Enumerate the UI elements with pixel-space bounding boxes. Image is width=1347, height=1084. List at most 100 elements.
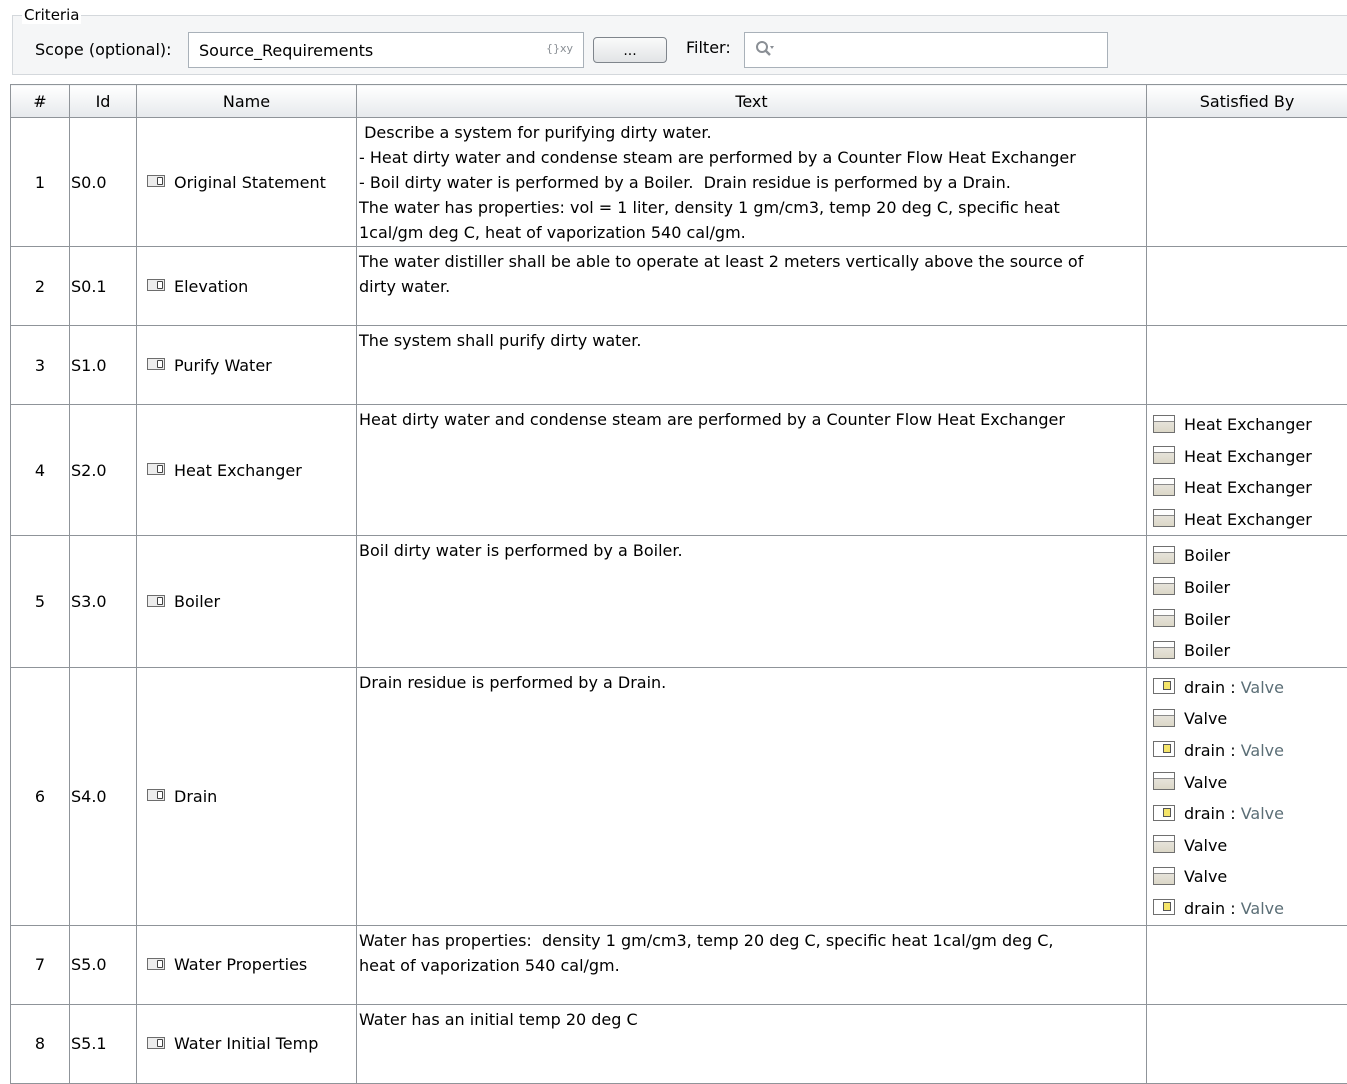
row-text[interactable]: Boil dirty water is performed by a Boile… — [357, 536, 1147, 667]
block-icon — [1153, 415, 1175, 433]
column-header-name[interactable]: Name — [137, 85, 357, 118]
requirement-name: Drain — [174, 787, 217, 806]
row-name[interactable]: Water Initial Temp — [137, 1004, 357, 1083]
row-text[interactable]: The system shall purify dirty water. — [357, 326, 1147, 405]
table-row[interactable]: 5S3.0BoilerBoil dirty water is performed… — [11, 536, 1347, 667]
satisfied-by-item[interactable]: Heat Exchanger — [1153, 409, 1347, 441]
satisfied-by-item[interactable]: Heat Exchanger — [1153, 472, 1347, 504]
satisfied-by-item[interactable]: drain : Valve — [1153, 893, 1347, 925]
row-id: S0.0 — [70, 118, 137, 247]
satisfied-by-item[interactable]: Heat Exchanger — [1153, 441, 1347, 473]
block-icon — [1153, 709, 1175, 727]
part-type: Valve — [1241, 678, 1284, 697]
table-row[interactable]: 1S0.0Original Statement Describe a syste… — [11, 118, 1347, 247]
text-line: The system shall purify dirty water. — [359, 328, 1146, 353]
part-property-icon — [1153, 899, 1175, 915]
satisfied-by-item[interactable]: Valve — [1153, 767, 1347, 799]
part-type: Valve — [1241, 741, 1284, 760]
row-text[interactable]: Drain residue is performed by a Drain. — [357, 667, 1147, 925]
row-satisfied-by[interactable] — [1147, 247, 1347, 326]
row-text[interactable]: Water has properties: density 1 gm/cm3, … — [357, 925, 1147, 1004]
part-separator: : — [1225, 678, 1241, 697]
satisfied-by-item[interactable]: drain : Valve — [1153, 672, 1347, 704]
table-row[interactable]: 3S1.0Purify WaterThe system shall purify… — [11, 326, 1347, 405]
satisfied-by-label: Heat Exchanger — [1184, 510, 1312, 529]
row-number: 3 — [11, 326, 70, 405]
satisfied-by-item[interactable]: Valve — [1153, 830, 1347, 862]
part-name: drain — [1184, 804, 1225, 823]
row-name[interactable]: Boiler — [137, 536, 357, 667]
row-satisfied-by[interactable] — [1147, 1004, 1347, 1083]
part-separator: : — [1225, 899, 1241, 918]
row-text[interactable]: Heat dirty water and condense steam are … — [357, 405, 1147, 536]
column-header-id[interactable]: Id — [70, 85, 137, 118]
satisfied-by-item[interactable]: Valve — [1153, 703, 1347, 735]
table-row[interactable]: 2S0.1ElevationThe water distiller shall … — [11, 247, 1347, 326]
row-number: 5 — [11, 536, 70, 667]
criteria-title: Criteria — [22, 6, 81, 24]
satisfied-by-item[interactable]: Boiler — [1153, 604, 1347, 636]
row-number: 4 — [11, 405, 70, 536]
scope-value: Source_Requirements — [199, 41, 373, 60]
row-satisfied-by[interactable] — [1147, 925, 1347, 1004]
row-satisfied-by[interactable]: Heat ExchangerHeat ExchangerHeat Exchang… — [1147, 405, 1347, 536]
satisfied-by-item[interactable]: Boiler — [1153, 572, 1347, 604]
row-number: 2 — [11, 247, 70, 326]
satisfied-by-item[interactable]: Heat Exchanger — [1153, 504, 1347, 536]
part-property-icon — [1153, 741, 1175, 757]
satisfied-by-item[interactable]: Valve — [1153, 861, 1347, 893]
table-row[interactable]: 4S2.0Heat ExchangerHeat dirty water and … — [11, 405, 1347, 536]
expression-icon[interactable]: {}xy — [546, 42, 573, 55]
satisfied-by-item[interactable]: Boiler — [1153, 635, 1347, 667]
row-name[interactable]: Original Statement — [137, 118, 357, 247]
row-id: S1.0 — [70, 326, 137, 405]
row-text[interactable]: Water has an initial temp 20 deg C — [357, 1004, 1147, 1083]
row-name[interactable]: Elevation — [137, 247, 357, 326]
satisfied-by-item[interactable]: Boiler — [1153, 540, 1347, 572]
table-row[interactable]: 7S5.0Water PropertiesWater has propertie… — [11, 925, 1347, 1004]
row-satisfied-by[interactable]: drain : ValveValvedrain : ValveValvedrai… — [1147, 667, 1347, 925]
requirement-icon — [147, 358, 165, 370]
row-id: S2.0 — [70, 405, 137, 536]
row-name[interactable]: Purify Water — [137, 326, 357, 405]
table-row[interactable]: 8S5.1Water Initial TempWater has an init… — [11, 1004, 1347, 1083]
row-name[interactable]: Drain — [137, 667, 357, 925]
requirements-table: # Id Name Text Satisfied By 1S0.0Origina… — [10, 84, 1347, 1084]
requirement-icon — [147, 595, 165, 607]
row-satisfied-by[interactable]: BoilerBoilerBoilerBoiler — [1147, 536, 1347, 667]
requirement-name: Elevation — [174, 277, 248, 296]
row-number: 8 — [11, 1004, 70, 1083]
text-line: Water has properties: density 1 gm/cm3, … — [359, 928, 1146, 953]
row-text[interactable]: The water distiller shall be able to ope… — [357, 247, 1147, 326]
row-text[interactable]: Describe a system for purifying dirty wa… — [357, 118, 1147, 247]
table-row[interactable]: 6S4.0DrainDrain residue is performed by … — [11, 667, 1347, 925]
requirement-name: Water Properties — [174, 955, 307, 974]
scope-browse-button[interactable]: ... — [593, 37, 667, 63]
text-line: Heat dirty water and condense steam are … — [359, 407, 1146, 432]
row-name[interactable]: Heat Exchanger — [137, 405, 357, 536]
row-satisfied-by[interactable] — [1147, 326, 1347, 405]
scope-label: Scope (optional): — [35, 40, 172, 60]
text-line: The water has properties: vol = 1 liter,… — [359, 195, 1146, 220]
block-icon — [1153, 446, 1175, 464]
row-id: S3.0 — [70, 536, 137, 667]
text-line: Describe a system for purifying dirty wa… — [359, 120, 1146, 145]
satisfied-by-item[interactable]: drain : Valve — [1153, 798, 1347, 830]
row-satisfied-by[interactable] — [1147, 118, 1347, 247]
scope-input[interactable]: Source_Requirements {}xy — [188, 32, 584, 68]
column-header-text[interactable]: Text — [357, 85, 1147, 118]
requirement-name: Water Initial Temp — [174, 1034, 318, 1053]
text-line: - Heat dirty water and condense steam ar… — [359, 145, 1146, 170]
filter-input[interactable] — [744, 32, 1108, 68]
satisfied-by-item[interactable]: drain : Valve — [1153, 735, 1347, 767]
search-icon[interactable] — [755, 40, 775, 60]
row-number: 1 — [11, 118, 70, 247]
row-name[interactable]: Water Properties — [137, 925, 357, 1004]
part-separator: : — [1225, 804, 1241, 823]
requirement-icon — [147, 1037, 165, 1049]
requirement-icon — [147, 463, 165, 475]
column-header-num[interactable]: # — [11, 85, 70, 118]
satisfied-by-label: Valve — [1184, 867, 1227, 886]
column-header-satisfied-by[interactable]: Satisfied By — [1147, 85, 1347, 118]
satisfied-by-label: Boiler — [1184, 641, 1230, 660]
